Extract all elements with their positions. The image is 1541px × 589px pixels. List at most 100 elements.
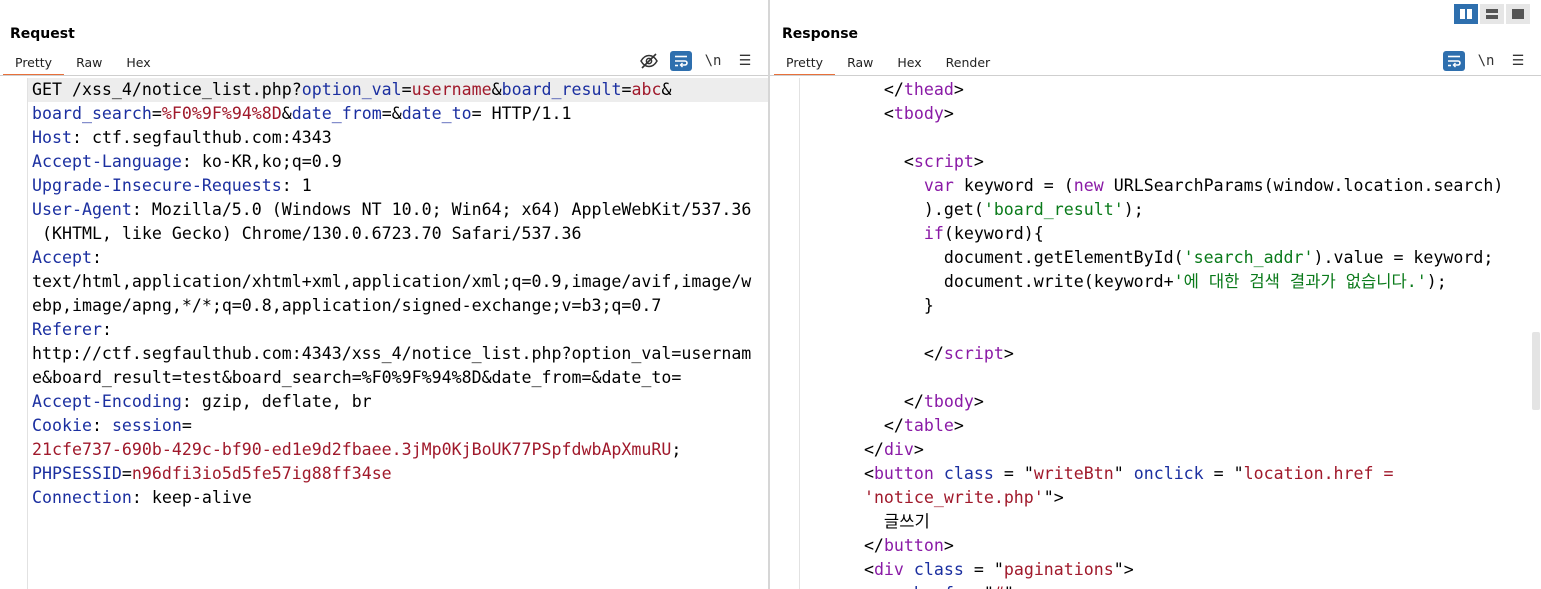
code-token: (keyword){ [943,224,1044,243]
code-line: 54 document.write(keyword+'에 대한 검색 결과가 없… [770,270,1541,294]
newline-toggle-button[interactable]: \n [1475,51,1497,71]
code-token: > [913,440,924,459]
code-token: > [953,416,964,435]
code-token: = " [993,464,1034,483]
code-line: 3Accept-Language: ko-KR,ko;q=0.9 [0,150,768,174]
line-text: <div class = "paginations"> [799,558,1541,582]
code-token: (KHTML, like Gecko) Chrome/130.0.6723.70… [32,224,582,243]
request-editor[interactable]: 1GET /xss_4/notice_list.php?option_val=u… [0,78,768,589]
code-token: </ [804,392,924,411]
code-line: 62 <button class = "writeBtn" onclick = … [770,462,1541,486]
code-token: < [804,464,874,483]
code-token: ); [1123,200,1144,219]
code-token: > [953,80,964,99]
code-line: 55 } [770,294,1541,318]
request-tab-pretty[interactable]: Pretty [3,52,65,76]
wrap-icon[interactable] [670,51,692,71]
code-token: # [994,584,1004,589]
code-token: if [923,224,944,243]
line-text: </button> [799,534,1541,558]
line-text: </tbody> [799,390,1541,414]
code-token: < [804,152,914,171]
line-text [27,534,768,558]
code-token: : ctf.segfaulthub.com:4343 [71,128,332,147]
code-token: Accept-Language [32,152,182,171]
line-text [27,510,768,534]
code-token: : 1 [281,176,312,195]
request-title: Request [10,26,75,42]
code-token: tbody [923,392,974,411]
request-toolbar: \n ☰ [638,51,756,71]
code-token: = " [954,584,994,589]
request-tab-hex[interactable]: Hex [114,52,162,74]
code-token: Accept-Encoding [32,392,182,411]
code-token: abc [631,80,662,99]
response-tab-render[interactable]: Render [934,52,1003,74]
code-token: button [883,536,944,555]
line-text: User-Agent: Mozilla/5.0 (Windows NT 10.0… [27,198,768,222]
code-line: 글쓰기 [770,510,1541,534]
code-line: http://ctf.segfaulthub.com:4343/xss_4/no… [0,342,768,366]
menu-icon[interactable]: ☰ [734,51,756,71]
line-text: document.getElementById('search_addr').v… [799,246,1541,270]
line-text: text/html,application/xhtml+xml,applicat… [27,270,768,294]
line-text: </table> [799,414,1541,438]
line-gutter [770,78,800,589]
code-token: tbody [893,104,944,123]
code-line: 63 <div class = "paginations"> [770,558,1541,582]
wrap-icon[interactable] [1443,51,1465,71]
code-token: div [873,560,904,579]
code-token: paginations [1003,560,1114,579]
code-token: n96dfi3io5d5fe57ig88ff34se [131,464,392,483]
code-token: ebp,image/apng,*/*;q=0.8,application/sig… [32,296,662,315]
code-line: 4Upgrade-Insecure-Requests: 1 [0,174,768,198]
code-token: : keep-alive [131,488,252,507]
code-token: GET /xss_4/notice_list.php? [32,80,302,99]
newline-toggle-button[interactable]: \n [702,51,724,71]
response-tab-raw[interactable]: Raw [835,52,885,74]
response-tab-pretty[interactable]: Pretty [774,52,836,76]
line-text: Accept-Language: ko-KR,ko;q=0.9 [27,150,768,174]
code-line: 60 </table> [770,414,1541,438]
code-token: > [973,392,984,411]
code-token: div [883,440,914,459]
single-pane-icon[interactable] [1506,4,1530,24]
request-tab-raw[interactable]: Raw [64,52,114,74]
response-tab-hex[interactable]: Hex [885,52,933,74]
menu-icon[interactable]: ☰ [1507,51,1529,71]
response-toolbar: \n ☰ [1443,51,1529,71]
response-editor[interactable]: 47 </thead>48 <tbody>4950 <script>51 var… [770,78,1541,589]
line-text: <script> [799,150,1541,174]
code-line: 48 <tbody> [770,102,1541,126]
code-token: text/html,application/xhtml+xml,applicat… [32,272,752,291]
code-token: & [281,104,292,123]
code-line: 1GET /xss_4/notice_list.php?option_val=u… [0,78,768,102]
code-line: 11 [0,510,768,534]
code-line: 51 var keyword = (new URLSearchParams(wi… [770,174,1541,198]
code-token: class [913,560,964,579]
code-token: 'board_result' [983,200,1124,219]
code-line: 59 </tbody> [770,390,1541,414]
code-token: "> [1004,584,1024,589]
line-text: document.write(keyword+'에 대한 검색 결과가 없습니다… [799,270,1541,294]
code-token: new [1073,176,1104,195]
code-line: 47 </thead> [770,78,1541,102]
line-text: Upgrade-Insecure-Requests: 1 [27,174,768,198]
split-vertical-icon[interactable] [1454,4,1478,24]
line-text: board_search=%F0%9F%94%8D&date_from=&dat… [27,102,768,126]
tab-divider [770,75,1541,76]
line-text: <tbody> [799,102,1541,126]
code-line: 57 </script> [770,342,1541,366]
split-horizontal-icon[interactable] [1480,4,1504,24]
eye-off-icon[interactable] [638,51,660,71]
line-text: <button class = "writeBtn" onclick = "lo… [799,462,1541,486]
code-token: 21cfe737-690b-429c-bf90-ed1e9d2fbaee.3jM… [32,440,672,459]
line-text: var keyword = (new URLSearchParams(windo… [799,174,1541,198]
code-token: ).get( [804,200,984,219]
code-token: thead [903,80,954,99]
vertical-scrollbar[interactable] [1532,332,1540,410]
code-token: > [943,536,954,555]
code-line: 'notice_write.php'"> [770,486,1541,510]
